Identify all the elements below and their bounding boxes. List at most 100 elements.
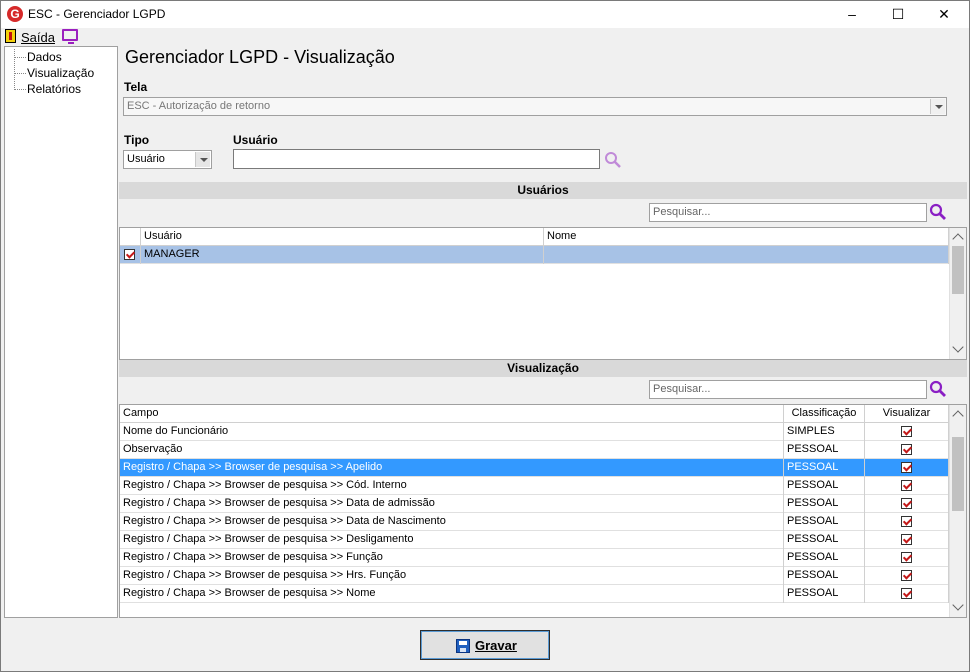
cell-classificacao: PESSOAL [784,549,865,567]
table-row[interactable]: Registro / Chapa >> Browser de pesquisa … [120,495,949,513]
usuario-input[interactable] [233,149,600,169]
tree-branch [14,57,26,58]
visualizar-checkbox[interactable] [901,552,912,563]
visualizar-checkbox[interactable] [901,444,912,455]
cell-visualizar [865,567,949,585]
visualizar-checkbox[interactable] [901,426,912,437]
cell-campo: Registro / Chapa >> Browser de pesquisa … [120,459,784,477]
usuarios-grid-header: Usuário Nome [120,228,949,246]
floppy-disk-icon [456,639,470,653]
tela-label: Tela [124,80,148,94]
search-icon[interactable] [929,203,947,221]
checkbox-column-header [120,228,141,246]
table-row[interactable]: Registro / Chapa >> Browser de pesquisa … [120,585,949,603]
usuarios-grid: Usuário Nome MANAGER [119,227,967,360]
navigation-tree: Dados Visualização Relatórios [4,46,118,618]
visualizar-checkbox[interactable] [901,498,912,509]
title-bar: G ESC - Gerenciador LGPD – ☐ ✕ [1,1,969,28]
table-row[interactable]: Nome do Funcionário SIMPLES [120,423,949,441]
cell-campo: Registro / Chapa >> Browser de pesquisa … [120,585,784,603]
cell-campo: Registro / Chapa >> Browser de pesquisa … [120,567,784,585]
search-icon[interactable] [604,151,622,169]
table-row[interactable]: Registro / Chapa >> Browser de pesquisa … [120,549,949,567]
minimize-button[interactable]: – [829,1,875,28]
visualizacao-scrollbar[interactable] [949,405,966,617]
table-row[interactable]: MANAGER [120,246,949,264]
visualizar-checkbox[interactable] [901,534,912,545]
scroll-up-arrow-icon[interactable] [952,233,964,245]
visualizacao-search-input[interactable]: Pesquisar... [649,380,927,399]
app-logo-icon: G [7,6,23,22]
visualizacao-grid-header: Campo Classificação Visualizar [120,405,949,423]
visualizacao-grid: Campo Classificação Visualizar Nome do F… [119,404,967,618]
table-row[interactable]: Observação PESSOAL [120,441,949,459]
tree-item-label: Dados [27,50,62,64]
column-header-usuario[interactable]: Usuário [141,228,544,246]
cell-classificacao: PESSOAL [784,495,865,513]
tree-connector [14,49,15,88]
cell-classificacao: PESSOAL [784,585,865,603]
cell-usuario: MANAGER [141,246,544,264]
tree-branch [14,73,26,74]
usuarios-search-placeholder: Pesquisar... [653,206,711,218]
usuarios-scrollbar[interactable] [949,228,966,359]
visualizar-checkbox[interactable] [901,570,912,581]
search-icon[interactable] [929,380,947,398]
cell-campo: Registro / Chapa >> Browser de pesquisa … [120,531,784,549]
scroll-thumb[interactable] [952,437,964,511]
scroll-thumb[interactable] [952,246,964,294]
tree-branch [14,89,26,90]
close-button[interactable]: ✕ [921,1,967,28]
table-row[interactable]: Registro / Chapa >> Browser de pesquisa … [120,567,949,585]
visualizar-checkbox[interactable] [901,462,912,473]
cell-visualizar [865,549,949,567]
usuario-label: Usuário [233,133,278,147]
visualizar-checkbox[interactable] [901,516,912,527]
visualizacao-section-header: Visualização [119,360,967,377]
visualizar-checkbox[interactable] [901,480,912,491]
row-checkbox[interactable] [124,249,135,260]
scroll-up-arrow-icon[interactable] [952,410,964,422]
cell-campo: Registro / Chapa >> Browser de pesquisa … [120,513,784,531]
monitor-icon[interactable] [62,29,78,44]
cell-classificacao: PESSOAL [784,513,865,531]
column-header-campo[interactable]: Campo [120,405,784,423]
chevron-down-icon[interactable] [195,152,210,167]
save-button[interactable]: Gravar [420,630,550,660]
scroll-down-arrow-icon[interactable] [952,599,964,611]
chevron-down-icon[interactable] [930,99,945,114]
cell-visualizar [865,495,949,513]
menu-bar: Saída [1,28,969,46]
scroll-down-arrow-icon[interactable] [952,341,964,353]
tela-select[interactable]: ESC - Autorização de retorno [123,97,947,116]
tipo-select[interactable]: Usuário [123,150,212,169]
cell-visualizar [865,531,949,549]
app-window: G ESC - Gerenciador LGPD – ☐ ✕ Saída Dad… [0,0,970,672]
cell-visualizar [865,477,949,495]
tree-item-label: Relatórios [27,82,82,96]
menu-exit[interactable]: Saída [21,30,55,45]
cell-campo: Registro / Chapa >> Browser de pesquisa … [120,477,784,495]
cell-classificacao: PESSOAL [784,531,865,549]
cell-visualizar [865,423,949,441]
page-title: Gerenciador LGPD - Visualização [125,47,395,67]
column-header-classificacao[interactable]: Classificação [784,405,865,423]
table-row[interactable]: Registro / Chapa >> Browser de pesquisa … [120,477,949,495]
table-row[interactable]: Registro / Chapa >> Browser de pesquisa … [120,531,949,549]
maximize-button[interactable]: ☐ [875,1,921,28]
exit-door-icon[interactable] [5,29,16,43]
cell-campo: Registro / Chapa >> Browser de pesquisa … [120,495,784,513]
cell-visualizar [865,585,949,603]
cell-classificacao: PESSOAL [784,567,865,585]
cell-classificacao: PESSOAL [784,459,865,477]
cell-visualizar [865,441,949,459]
table-row[interactable]: Registro / Chapa >> Browser de pesquisa … [120,513,949,531]
usuarios-search-input[interactable]: Pesquisar... [649,203,927,222]
tree-item-label: Visualização [27,66,95,80]
tipo-label: Tipo [124,133,150,147]
column-header-visualizar[interactable]: Visualizar [865,405,949,423]
cell-classificacao: SIMPLES [784,423,865,441]
table-row[interactable]: Registro / Chapa >> Browser de pesquisa … [120,459,949,477]
column-header-nome[interactable]: Nome [544,228,949,246]
visualizar-checkbox[interactable] [901,588,912,599]
